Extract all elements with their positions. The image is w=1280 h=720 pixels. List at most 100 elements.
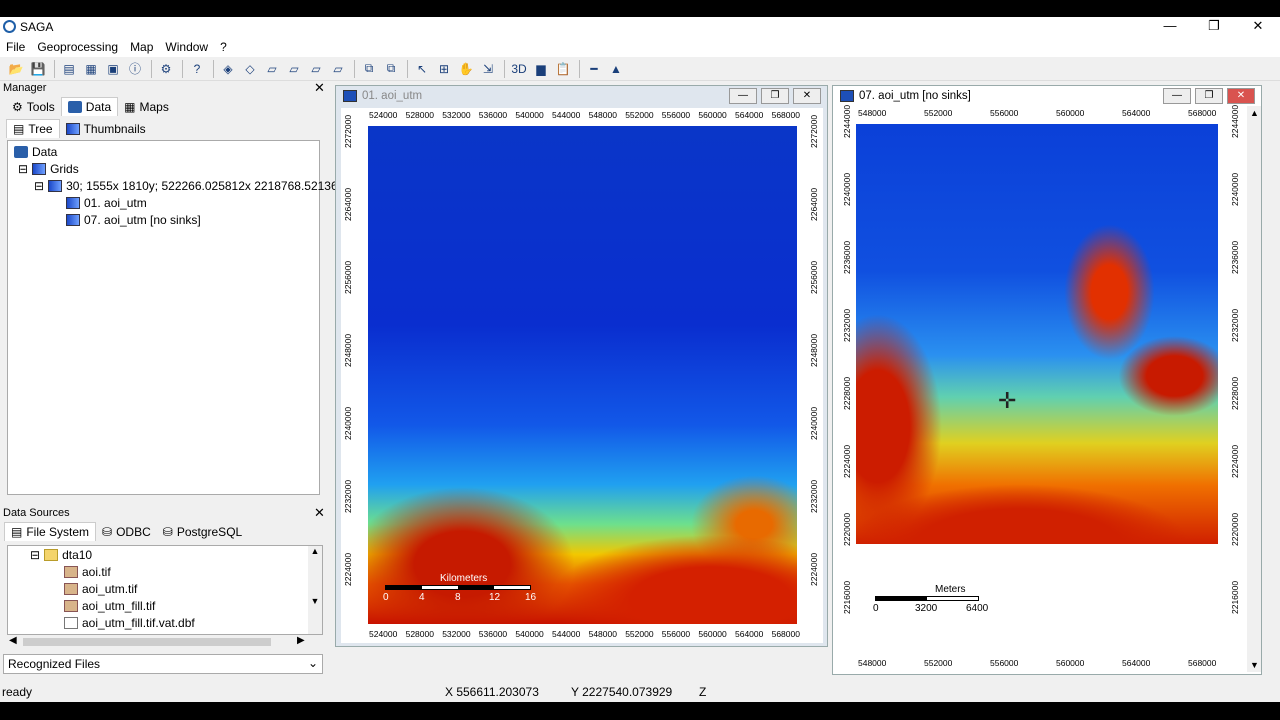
tree-grid-system[interactable]: ⊟ 30; 1555x 1810y; 522266.025812x 2218768… — [34, 179, 350, 193]
crosshair-cursor-icon: ✛ — [998, 388, 1017, 413]
map-restore-button[interactable]: ❐ — [761, 88, 789, 104]
axis-tick-label: 2240000 — [343, 406, 353, 440]
zoom-full-icon[interactable]: ◈ — [218, 59, 238, 79]
menu-geoprocessing[interactable]: Geoprocessing — [31, 37, 124, 57]
map-close-button[interactable]: ✕ — [793, 88, 821, 104]
map-restore-button[interactable]: ❐ — [1195, 88, 1223, 104]
axis-tick-label: 560000 — [1056, 108, 1085, 118]
data-source-icon[interactable]: ▣ — [103, 59, 123, 79]
toolbar: 📂 💾 ▤ ▦ ▣ ⓘ ⚙ ? ◈ ◇ ▱ ▱ ▱ ▱ ⧉ ⧉ ↖ ⊞ ✋ ⇲ … — [0, 57, 1280, 81]
gear-icon: ⚙ — [12, 99, 23, 114]
map-vertical-scrollbar[interactable]: ▲ ▼ — [1247, 106, 1261, 672]
zoom-selection-icon[interactable]: ▱ — [284, 59, 304, 79]
axis-tick-label: 2224000 — [1230, 444, 1240, 478]
tab-tree[interactable]: ▤ Tree — [6, 119, 60, 138]
sync-icon[interactable]: ▱ — [328, 59, 348, 79]
help-icon[interactable]: ? — [187, 59, 207, 79]
axis-tick-label: 556000 — [990, 658, 1019, 668]
map-close-button[interactable]: ✕ — [1227, 88, 1255, 104]
axis-tick-label: 564000 — [735, 629, 764, 639]
scale-bar-title: Kilometers — [440, 573, 488, 584]
file-filter-select[interactable]: Recognized Files ⌄ — [3, 654, 323, 674]
zoom-icon[interactable]: ⊞ — [434, 59, 454, 79]
file-item[interactable]: aoi_utm_fill.tif.vat.dbf — [64, 616, 195, 630]
axis-tick-label: 568000 — [771, 110, 800, 120]
axis-tick-label: 560000 — [698, 629, 727, 639]
layout-icon[interactable]: ⧉ — [359, 59, 379, 79]
map-canvas-2[interactable]: ✛ 548000 552000 556000 560000 564000 568000 5… — [838, 105, 1256, 671]
properties-icon[interactable]: ▦ — [81, 59, 101, 79]
axis-tick-label: 552000 — [924, 108, 953, 118]
close-button[interactable]: ✕ — [1236, 17, 1280, 37]
datasources-close-icon[interactable]: ✕ — [314, 505, 325, 521]
tree-item-aoi-utm[interactable]: 01. aoi_utm — [66, 196, 147, 210]
zoom-back-icon[interactable]: ◇ — [240, 59, 260, 79]
axis-tick-label: 556000 — [661, 629, 691, 639]
folder-dta10[interactable]: ⊟ dta10 — [30, 548, 92, 562]
axis-tick-label: 524000 — [369, 110, 398, 120]
tab-thumbnails[interactable]: Thumbnails — [60, 119, 152, 138]
tab-file-system[interactable]: ▤ File System — [4, 522, 97, 541]
tab-tools[interactable]: ⚙ Tools — [6, 97, 61, 116]
database-icon: ⛁ — [102, 524, 113, 539]
manager-subtabs: ▤ Tree Thumbnails — [6, 119, 152, 138]
file-item[interactable]: aoi_utm_fill.tif — [64, 599, 155, 613]
horizontal-scrollbar[interactable]: ◀ ▶ — [7, 635, 307, 649]
file-item[interactable]: aoi_utm.tif — [64, 582, 137, 596]
axis-tick-label: 564000 — [1122, 108, 1151, 118]
raster-file-icon — [64, 566, 78, 578]
zoom-extent-icon[interactable]: ▱ — [306, 59, 326, 79]
axis-tick-label: 540000 — [515, 110, 544, 120]
axis-tick-label: 548000 — [588, 110, 617, 120]
axis-tick-label: 2264000 — [343, 187, 353, 221]
data-icon — [14, 146, 28, 158]
histogram-icon[interactable]: ▆ — [531, 59, 551, 79]
zoom-layer-icon[interactable]: ▱ — [262, 59, 282, 79]
tools-icon[interactable]: ⚙ — [156, 59, 176, 79]
pan-icon[interactable]: ✋ — [456, 59, 476, 79]
pan-view-icon[interactable]: ⇲ — [478, 59, 498, 79]
legend-icon[interactable]: ⧉ — [381, 59, 401, 79]
info-icon[interactable]: ⓘ — [125, 59, 145, 79]
axis-tick-label: 2240000 — [1230, 172, 1240, 206]
menu-file[interactable]: File — [0, 37, 31, 57]
manager-icon[interactable]: ▤ — [59, 59, 79, 79]
file-item[interactable]: aoi.tif — [64, 565, 111, 579]
collapse-icon: ⊟ — [18, 162, 29, 176]
manager-tabs: ⚙ Tools Data ▦ Maps — [6, 97, 175, 116]
measure-icon[interactable]: ━ — [584, 59, 604, 79]
map-minimize-button[interactable]: — — [1163, 88, 1191, 104]
tree-grids[interactable]: ⊟ Grids — [18, 162, 79, 176]
scale-bar-1: Kilometers 0 4 8 12 16 — [383, 573, 537, 603]
north-arrow-icon[interactable]: ▲ — [606, 59, 626, 79]
maximize-button[interactable]: ❐ — [1192, 17, 1236, 37]
scale-bar-2: Meters 0 3200 6400 — [873, 584, 989, 614]
menu-map[interactable]: Map — [124, 37, 159, 57]
database-icon: ⛁ — [162, 524, 173, 539]
axis-tick-label: 2220000 — [842, 512, 852, 546]
pointer-icon[interactable]: ↖ — [412, 59, 432, 79]
grids-icon — [32, 163, 47, 175]
save-icon[interactable]: 💾 — [28, 59, 48, 79]
axis-tick-label: 544000 — [552, 110, 581, 120]
menu-help[interactable]: ? — [214, 37, 233, 57]
minimize-button[interactable]: — — [1148, 17, 1192, 37]
axis-tick-label: 2232000 — [343, 479, 353, 513]
map-minimize-button[interactable]: — — [729, 88, 757, 104]
open-icon[interactable]: 📂 — [6, 59, 26, 79]
axis-tick-label: 560000 — [698, 110, 727, 120]
tab-data[interactable]: Data — [60, 97, 119, 116]
tab-odbc[interactable]: ⛁ ODBC — [96, 522, 157, 541]
tree-root[interactable]: Data — [14, 145, 57, 159]
tree-item-aoi-utm-no-sinks[interactable]: 07. aoi_utm [no sinks] — [66, 213, 201, 227]
3d-view-icon[interactable]: 3D — [509, 59, 529, 79]
manager-close-icon[interactable]: ✕ — [314, 80, 325, 96]
axis-tick-label: 556000 — [661, 110, 691, 120]
clipboard-icon[interactable]: 📋 — [553, 59, 573, 79]
tab-maps[interactable]: ▦ Maps — [118, 97, 175, 116]
map-canvas-1[interactable]: 524000 528000 532000 536000 540000 544000 5480… — [341, 108, 823, 643]
axis-tick-label: 2248000 — [343, 333, 353, 367]
tab-postgresql[interactable]: ⛁ PostgreSQL — [157, 522, 248, 541]
vertical-scrollbar[interactable]: ▲ ▼ — [308, 546, 322, 634]
menu-window[interactable]: Window — [159, 37, 214, 57]
